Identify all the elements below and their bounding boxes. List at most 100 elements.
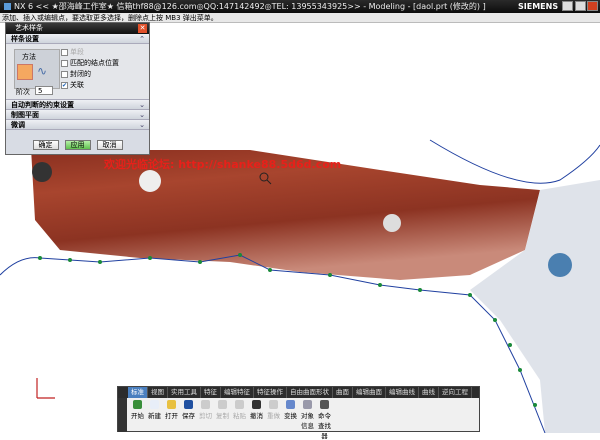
checkbox-label: 匹配的结点位置 [70,59,119,67]
checkbox-closed[interactable]: 封闭的 [61,69,91,79]
tool-button-8[interactable]: 重做 [266,400,281,440]
section-label: 样条设置 [11,35,39,43]
section-label: 自动判断的约束设置 [11,101,74,109]
tool-label: 开始 [131,412,144,420]
method-group: 方法 ∿ [14,49,60,89]
tool-icon [184,400,193,409]
tool-icon [150,400,159,409]
ribbon-tabs: 标准 视图 实用工具 特征 编辑特征 特征操作 自由曲面形状 曲面 编辑曲面 编辑曲线 曲线 逆向工程 [118,387,479,398]
tool-icon [303,400,312,409]
tab-5[interactable]: 特征操作 [254,387,287,398]
degree-spinner[interactable]: 5 [35,86,53,95]
nx-logo-icon [4,3,11,10]
section-drawing-plane[interactable]: 制图平面 ⌄ [6,110,149,120]
tab-0[interactable]: 标准 [128,387,148,398]
tool-button-6[interactable]: 粘贴 [232,400,247,440]
tab-11[interactable]: 逆向工程 [439,387,472,398]
tool-button-5[interactable]: 复制 [215,400,230,440]
through-points-icon[interactable] [17,64,33,80]
tool-button-1[interactable]: 新建 [147,400,162,440]
section-spline-settings[interactable]: 样条设置 ⌃ [6,34,149,44]
tool-label: 对象信息 [301,412,314,430]
rivet [383,214,401,232]
close-window-button[interactable] [587,1,598,11]
brand-label: SIEMENS [518,2,559,11]
chevron-down-icon: ⌄ [139,121,145,129]
tool-label: 变换 [284,412,297,420]
checkbox-match-knot[interactable]: 匹配的结点位置 [61,58,119,68]
tool-button-9[interactable]: 变换 [283,400,298,440]
tab-1[interactable]: 视图 [148,387,168,398]
chevron-up-icon: ⌃ [139,35,145,43]
tool-icon [201,400,210,409]
rivet [139,170,161,192]
rivet [548,253,572,277]
tool-label: 复制 [216,412,229,420]
section-fine-tune[interactable]: 微调 ⌄ [6,120,149,130]
tab-9[interactable]: 编辑曲线 [386,387,419,398]
dialog-title: 艺术样条 [15,24,43,32]
tool-label: 撤消 [250,412,263,420]
section-inferred-constraints[interactable]: 自动判断的约束设置 ⌄ [6,100,149,110]
dialog-title-bar: 艺术样条 ✕ [6,23,149,34]
wcs-axes-icon [36,378,55,399]
title-bar: NX 6 << ★邵海峰工作室★ 信箱thf88@126.com◎QQ:1471… [0,0,600,13]
tool-icon [167,400,176,409]
ribbon-toolbar: 标准 视图 实用工具 特征 编辑特征 特征操作 自由曲面形状 曲面 编辑曲面 编辑曲线 曲线 逆向工程… [117,386,480,440]
window-title: NX 6 << ★邵海峰工作室★ 信箱thf88@126.com◎QQ:1471… [14,2,486,11]
method-label: 方法 [22,53,36,61]
tool-label: 剪切 [199,412,212,420]
tab-3[interactable]: 特征 [201,387,221,398]
cancel-button[interactable]: 取消 [96,140,123,150]
tool-icon [133,400,142,409]
rivet [32,162,52,182]
spline-settings-body: 方法 ∿ 单段 匹配的结点位置 封闭的 ✔ 关联 阶次 5 [6,44,149,100]
tab-6[interactable]: 自由曲面形状 [287,387,333,398]
checkbox-label: 封闭的 [70,70,91,78]
tool-button-3[interactable]: 保存 [181,400,196,440]
checkbox-label: 单段 [70,48,84,56]
tool-button-0[interactable]: 开始 [130,400,145,440]
tool-icon [320,400,329,409]
standard-tools: 开始 新建 打开 保存 剪切 复制 粘贴 撤消 重做 变换 对象信息 命令查找器 [130,400,332,440]
tool-icon [235,400,244,409]
ok-button[interactable]: 确定 [32,140,59,150]
tool-label: 打开 [165,412,178,420]
tool-label: 重做 [267,412,280,420]
tool-button-4[interactable]: 剪切 [198,400,213,440]
tool-label: 命令查找器 [318,412,331,440]
checkbox-associative[interactable]: ✔ 关联 [61,80,84,90]
section-label: 微调 [11,121,25,129]
tool-label: 粘贴 [233,412,246,420]
checkbox-label: 关联 [70,81,84,89]
section-label: 制图平面 [11,111,39,119]
maximize-button[interactable] [575,1,586,11]
tool-icon [252,400,261,409]
tool-icon [269,400,278,409]
minimize-button[interactable] [562,1,573,11]
tool-label: 新建 [148,412,161,420]
tab-7[interactable]: 曲面 [333,387,353,398]
watermark-text: 欢迎光临论坛: http://shanke88.5d6d.com [104,158,342,171]
apply-button[interactable]: 应用 [64,140,91,150]
tab-2[interactable]: 实用工具 [168,387,201,398]
chevron-down-icon: ⌄ [139,111,145,119]
degree-label: 阶次 [16,88,30,96]
tool-button-7[interactable]: 撤消 [249,400,264,440]
tab-8[interactable]: 编辑曲面 [353,387,386,398]
tool-button-11[interactable]: 命令查找器 [317,400,332,440]
chevron-down-icon: ⌄ [139,101,145,109]
by-poles-icon[interactable]: ∿ [37,64,53,80]
tab-10[interactable]: 曲线 [419,387,439,398]
tool-label: 保存 [182,412,195,420]
tool-icon [286,400,295,409]
studio-spline-dialog: 艺术样条 ✕ 样条设置 ⌃ 方法 ∿ 单段 匹配的结点位置 封闭的 ✔ 关联 阶次 5… [5,22,150,155]
ribbon-gripper[interactable] [118,398,127,432]
tool-button-2[interactable]: 打开 [164,400,179,440]
tab-4[interactable]: 编辑特征 [221,387,254,398]
spline-poles[interactable] [38,253,537,407]
dialog-close-button[interactable]: ✕ [138,24,147,33]
checkbox-single-segment[interactable]: 单段 [61,47,84,57]
tool-icon [218,400,227,409]
tool-button-10[interactable]: 对象信息 [300,400,315,440]
